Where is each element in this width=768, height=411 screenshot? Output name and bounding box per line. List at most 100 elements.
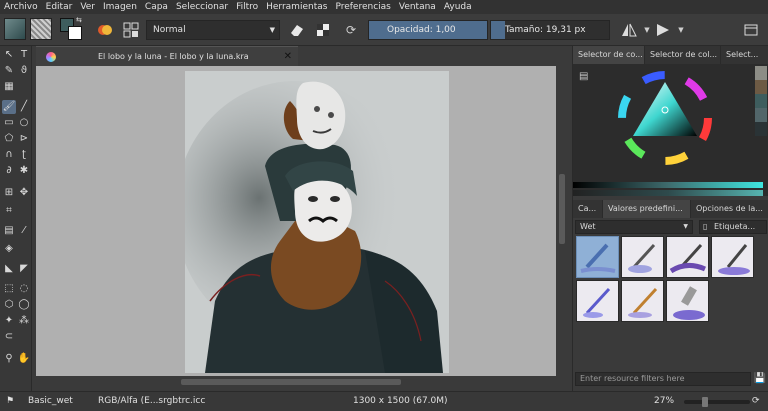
polyline-tool-icon[interactable]: ⊳ bbox=[17, 132, 31, 146]
brush-preset-tile[interactable] bbox=[621, 280, 664, 322]
dynamic-brush-icon[interactable]: ∂ bbox=[2, 164, 16, 178]
transform-tool-icon[interactable]: ⊞ bbox=[2, 186, 16, 200]
measure-tool-icon[interactable]: ◤ bbox=[17, 262, 31, 276]
eraser-icon[interactable] bbox=[288, 21, 306, 39]
size-slider[interactable]: Tamaño: 19,31 px bbox=[490, 20, 610, 40]
color-wheel[interactable] bbox=[615, 68, 715, 168]
value-slider[interactable] bbox=[573, 182, 763, 188]
zoom-slider[interactable] bbox=[684, 397, 750, 407]
freehand-path-icon[interactable]: ʈ bbox=[17, 148, 31, 162]
zoom-slider-handle[interactable] bbox=[702, 397, 708, 407]
similar-select-icon[interactable]: ⁂ bbox=[17, 314, 31, 328]
history-swatch[interactable] bbox=[755, 66, 767, 80]
polygon-tool-icon[interactable]: ⬠ bbox=[2, 132, 16, 146]
preset-filter-select[interactable]: Wet ▼ bbox=[575, 220, 693, 234]
menu-ayuda[interactable]: Ayuda bbox=[444, 2, 472, 12]
tab-specific-color-selector[interactable]: Selector de col... bbox=[645, 46, 721, 64]
menu-herramientas[interactable]: Herramientas bbox=[266, 2, 327, 12]
rectangle-tool-icon[interactable]: ▭ bbox=[2, 116, 16, 130]
history-swatch[interactable] bbox=[755, 122, 767, 136]
crop-tool-icon[interactable]: ⌗ bbox=[2, 204, 16, 218]
bezier-tool-icon[interactable]: ∩ bbox=[2, 148, 16, 162]
brush-preset-tile[interactable] bbox=[576, 236, 619, 278]
workspace-icon[interactable] bbox=[742, 21, 760, 39]
menu-seleccionar[interactable]: Seleccionar bbox=[176, 2, 228, 12]
freehand-brush-icon[interactable]: 🖌 bbox=[2, 100, 16, 114]
bezier-select-icon[interactable]: ⊂ bbox=[2, 330, 16, 344]
rotation-icon[interactable]: ⟳ bbox=[752, 392, 760, 411]
document-tab[interactable]: El lobo y la luna - El lobo y la luna.kr… bbox=[36, 46, 298, 66]
pattern-swatch[interactable] bbox=[30, 18, 52, 40]
tab-ca[interactable]: Ca... bbox=[573, 200, 603, 218]
horizontal-scrollbar-thumb[interactable] bbox=[181, 379, 401, 385]
move-tool-icon[interactable]: ✥ bbox=[17, 186, 31, 200]
freehand-select-icon[interactable]: ◯ bbox=[17, 298, 31, 312]
pan-tool-icon[interactable]: ✋ bbox=[17, 352, 31, 366]
brush-preset-tile[interactable] bbox=[711, 236, 754, 278]
close-icon[interactable]: ✕ bbox=[284, 47, 292, 67]
menu-editar[interactable]: Editar bbox=[46, 2, 73, 12]
tab-brush-presets[interactable]: Valores predefini... bbox=[603, 200, 691, 218]
brush-preset-name: Basic_wet bbox=[28, 396, 73, 406]
reload-preset-icon[interactable]: ⟳ bbox=[342, 21, 360, 39]
brush-settings-icon[interactable] bbox=[122, 21, 140, 39]
gradient-fill-icon[interactable]: ▤ bbox=[2, 224, 16, 238]
magic-wand-icon[interactable]: ✦ bbox=[2, 314, 16, 328]
tag-select[interactable]: ▯ Etiqueta... bbox=[699, 220, 767, 234]
select-shapes-icon[interactable]: ↖ bbox=[2, 48, 16, 62]
blend-mode-select[interactable]: Normal ▼ bbox=[146, 20, 280, 40]
tab-advanced-color-selector[interactable]: Selector de co... bbox=[573, 46, 645, 64]
tab-color-selector-extra[interactable]: Select... bbox=[721, 46, 768, 64]
opacity-slider[interactable]: Opacidad: 1,00 bbox=[368, 20, 488, 40]
edit-shapes-icon[interactable]: ✎ bbox=[2, 64, 16, 78]
mirror-vertical-chevron-icon[interactable]: ▼ bbox=[672, 21, 690, 39]
background-color-swatch[interactable] bbox=[68, 26, 82, 40]
calligraphy-icon[interactable]: ϑ bbox=[17, 64, 31, 78]
brush-preset-tile[interactable] bbox=[666, 236, 709, 278]
artwork-canvas[interactable] bbox=[185, 71, 449, 373]
brush-preset-tile[interactable] bbox=[576, 280, 619, 322]
history-swatch[interactable] bbox=[755, 108, 767, 122]
mirror-horizontal-icon[interactable] bbox=[620, 21, 638, 39]
history-swatch[interactable] bbox=[755, 94, 767, 108]
line-tool-icon[interactable]: ╱ bbox=[17, 100, 31, 114]
opacity-label: Opacidad: 1,00 bbox=[387, 25, 456, 35]
color-picker-icon[interactable]: ⁄ bbox=[17, 224, 31, 238]
color-selector-tabs: Selector de co... Selector de col... Sel… bbox=[573, 46, 768, 64]
mirror-vertical-icon[interactable] bbox=[654, 21, 672, 39]
menu-capa[interactable]: Capa bbox=[145, 2, 168, 12]
swap-colors-icon[interactable]: ⇆ bbox=[76, 16, 82, 24]
rect-select-icon[interactable]: ⬚ bbox=[2, 282, 16, 296]
color-selector-menu-icon[interactable]: ▤ bbox=[579, 70, 593, 84]
menu-preferencias[interactable]: Preferencias bbox=[335, 2, 390, 12]
menu-ver[interactable]: Ver bbox=[80, 2, 95, 12]
gradient-swatch[interactable] bbox=[4, 18, 26, 40]
brush-preset-tile[interactable] bbox=[666, 280, 709, 322]
tab-tool-options[interactable]: Opciones de la... bbox=[691, 200, 768, 218]
multibrush-icon[interactable]: ✱ bbox=[17, 164, 31, 178]
vertical-scrollbar[interactable] bbox=[556, 66, 568, 376]
assistant-tool-icon[interactable]: ◣ bbox=[2, 262, 16, 276]
history-swatch[interactable] bbox=[755, 80, 767, 94]
brush-preset-icon[interactable] bbox=[96, 21, 114, 39]
toolbox: ↖ T ✎ ϑ ▦ 🖌 ╱ ▭ ○ ⬠ ⊳ ∩ ʈ ∂ ✱ ⊞ ✥ ⌗ ▤ ⁄ … bbox=[0, 46, 32, 391]
preserve-alpha-icon[interactable] bbox=[314, 21, 332, 39]
saturation-slider[interactable] bbox=[573, 190, 763, 196]
menu-ventana[interactable]: Ventana bbox=[399, 2, 436, 12]
menu-imagen[interactable]: Imagen bbox=[103, 2, 137, 12]
gradient-tool-icon[interactable]: ▦ bbox=[2, 80, 16, 94]
menu-filtro[interactable]: Filtro bbox=[236, 2, 258, 12]
horizontal-scrollbar[interactable] bbox=[36, 376, 568, 388]
menu-archivo[interactable]: Archivo bbox=[4, 2, 38, 12]
brush-preset-tile[interactable] bbox=[621, 236, 664, 278]
vertical-scrollbar-thumb[interactable] bbox=[559, 174, 565, 244]
save-filter-icon[interactable]: 💾 bbox=[753, 372, 767, 386]
text-tool-icon[interactable]: T bbox=[17, 48, 31, 62]
resource-filter-input[interactable]: Enter resource filters here bbox=[575, 372, 751, 386]
ellipse-tool-icon[interactable]: ○ bbox=[17, 116, 31, 130]
color-history-strip bbox=[755, 66, 767, 166]
fill-bucket-icon[interactable]: ◈ bbox=[2, 242, 16, 256]
polygon-select-icon[interactable]: ⬡ bbox=[2, 298, 16, 312]
zoom-tool-icon[interactable]: ⚲ bbox=[2, 352, 16, 366]
ellipse-select-icon[interactable]: ◌ bbox=[17, 282, 31, 296]
